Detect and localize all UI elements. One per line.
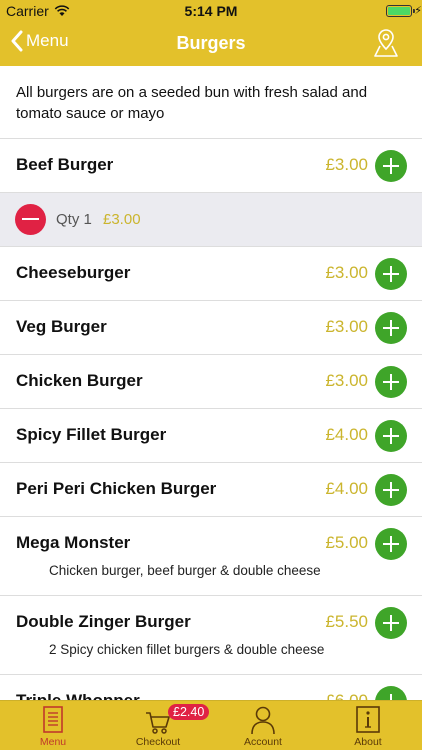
tab-account[interactable]: Account xyxy=(213,701,313,750)
item-name: Mega Monster xyxy=(16,533,131,552)
item-price: £3.00 xyxy=(325,371,368,390)
menu-list[interactable]: All burgers are on a seeded bun with fre… xyxy=(0,66,422,700)
item-price: £5.50 xyxy=(325,612,368,631)
tab-menu[interactable]: Menu xyxy=(3,701,103,750)
basket-line-price: £3.00 xyxy=(103,211,141,228)
item-description: Chicken burger, beef burger & double che… xyxy=(49,563,321,578)
menu-item-veg-burger: Veg Burger £3.00 xyxy=(0,301,422,355)
item-name: Peri Peri Chicken Burger xyxy=(16,479,217,498)
item-name: Chicken Burger xyxy=(16,371,143,390)
tab-about-label: About xyxy=(354,736,382,748)
item-price: £4.00 xyxy=(325,425,368,444)
tab-bar: Menu £2.40 Checkout Account About xyxy=(0,700,422,750)
menu-item-cheeseburger: Cheeseburger £3.00 xyxy=(0,247,422,301)
tab-menu-label: Menu xyxy=(39,736,67,748)
menu-item-chicken-burger: Chicken Burger £3.00 xyxy=(0,355,422,409)
basket-quantity: Qty 1 xyxy=(56,211,92,228)
item-price: £4.00 xyxy=(325,479,368,498)
item-name: Spicy Fillet Burger xyxy=(16,425,167,444)
remove-from-basket-button[interactable] xyxy=(15,204,46,235)
info-icon xyxy=(356,706,380,733)
tab-about[interactable]: About xyxy=(318,701,418,750)
add-to-basket-button[interactable] xyxy=(375,474,407,506)
menu-item-beef-burger: Beef Burger £3.00 xyxy=(0,139,422,193)
add-to-basket-button[interactable] xyxy=(375,420,407,452)
status-bar: Carrier 5:14 PM ⚡ xyxy=(0,0,422,22)
basket-line-beef-burger: Qty 1 £3.00 xyxy=(0,193,422,247)
location-pin-icon[interactable] xyxy=(372,28,400,58)
basket-total-badge: £2.40 xyxy=(168,704,210,720)
add-to-basket-button[interactable] xyxy=(375,528,407,560)
person-icon xyxy=(251,706,275,735)
page-title: Burgers xyxy=(176,33,246,53)
menu-icon xyxy=(43,706,63,733)
battery-icon xyxy=(386,5,415,17)
add-to-basket-button[interactable] xyxy=(375,312,407,344)
status-time: 5:14 PM xyxy=(184,3,238,19)
menu-item-spicy-fillet-burger: Spicy Fillet Burger £4.00 xyxy=(0,409,422,463)
item-name: Beef Burger xyxy=(16,155,114,174)
item-name: Double Zinger Burger xyxy=(16,612,191,631)
add-to-basket-button[interactable] xyxy=(375,258,407,290)
menu-item-mega-monster: Mega Monster Chicken burger, beef burger… xyxy=(0,517,422,596)
top-bar: Carrier 5:14 PM ⚡ Menu Burgers xyxy=(0,0,422,66)
item-description: 2 Spicy chicken fillet burgers & double … xyxy=(49,642,325,657)
menu-item-peri-peri-chicken-burger: Peri Peri Chicken Burger £4.00 xyxy=(0,463,422,517)
menu-item-triple-whopper: Triple Whopper £6.00 xyxy=(0,675,422,700)
add-to-basket-button[interactable] xyxy=(375,150,407,182)
add-to-basket-button[interactable] xyxy=(375,366,407,398)
item-price: £5.00 xyxy=(325,533,368,552)
charging-icon: ⚡ xyxy=(414,5,422,17)
add-to-basket-button[interactable] xyxy=(375,686,407,700)
item-price: £3.00 xyxy=(325,317,368,336)
item-price: £6.00 xyxy=(325,691,368,700)
tab-checkout[interactable]: £2.40 Checkout xyxy=(108,701,210,750)
item-price: £3.00 xyxy=(325,263,368,282)
item-name: Veg Burger xyxy=(16,317,107,336)
item-price: £3.00 xyxy=(325,155,368,174)
category-description: All burgers are on a seeded bun with fre… xyxy=(0,66,422,139)
item-name: Triple Whopper xyxy=(16,691,140,700)
tab-checkout-label: Checkout xyxy=(135,736,181,748)
item-name: Cheeseburger xyxy=(16,263,131,282)
tab-account-label: Account xyxy=(244,736,282,748)
navigation-bar: Menu Burgers xyxy=(0,22,422,66)
menu-item-double-zinger-burger: Double Zinger Burger 2 Spicy chicken fil… xyxy=(0,596,422,675)
add-to-basket-button[interactable] xyxy=(375,607,407,639)
